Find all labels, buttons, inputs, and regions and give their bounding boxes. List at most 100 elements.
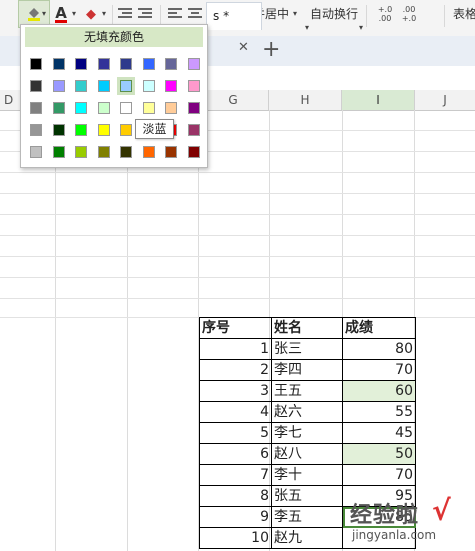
decrease-decimal-button[interactable]: .00 +.0 (396, 0, 422, 33)
no-fill-option[interactable]: 无填充颜色 (25, 27, 203, 47)
header-cell-score[interactable]: 成绩 (342, 317, 416, 339)
ribbon-bottom-dropdown-icon-2[interactable]: ▾ (356, 22, 366, 34)
table-row: 4 赵六 55 (199, 401, 416, 423)
cell-id[interactable]: 10 (199, 527, 272, 549)
color-swatch[interactable] (30, 80, 42, 92)
grid-line (0, 256, 475, 257)
color-swatch[interactable] (30, 146, 42, 158)
color-swatch[interactable] (30, 124, 42, 136)
column-header-I[interactable]: I (342, 90, 415, 110)
grid-line (0, 214, 475, 215)
color-swatch[interactable] (120, 80, 132, 92)
color-swatch[interactable] (30, 58, 42, 70)
cell-score-highlighted[interactable]: 50 (342, 443, 416, 465)
align-center-icon[interactable] (188, 8, 202, 20)
color-swatch[interactable] (120, 124, 132, 136)
cell-score[interactable]: 80 (342, 338, 416, 360)
header-cell-name[interactable]: 姓名 (271, 317, 343, 339)
table-style-button[interactable]: 表格 (450, 0, 475, 28)
cell-id[interactable]: 7 (199, 464, 272, 486)
color-swatch[interactable] (187, 146, 200, 158)
color-swatch[interactable] (30, 102, 42, 114)
cell-id[interactable]: 8 (199, 485, 272, 507)
cell-score[interactable]: 55 (342, 401, 416, 423)
color-swatch[interactable] (52, 146, 65, 158)
separator (444, 5, 445, 27)
color-swatch[interactable] (165, 146, 177, 158)
color-swatch[interactable] (52, 102, 65, 114)
cell-score[interactable]: 45 (342, 422, 416, 444)
color-swatch[interactable] (75, 102, 87, 114)
eraser-icon: ◆ (86, 7, 96, 22)
fill-color-picker: 无填充颜色 (20, 24, 208, 168)
color-swatch[interactable] (165, 80, 177, 92)
cell-id[interactable]: 2 (199, 359, 272, 381)
cell-name[interactable]: 赵九 (271, 527, 343, 549)
color-swatch[interactable] (165, 102, 177, 114)
cell-id[interactable]: 4 (199, 401, 272, 423)
watermark-logo: 经验啦 (350, 503, 420, 528)
column-header-G[interactable]: G (198, 90, 269, 110)
ribbon-bottom-dropdown-icon[interactable]: ▾ (302, 22, 312, 34)
increase-decimal-button[interactable]: +.0 .00 (372, 0, 398, 33)
column-header-H[interactable]: H (269, 90, 342, 110)
cell-id[interactable]: 3 (199, 380, 272, 402)
table-row: 5 李七 45 (199, 422, 416, 444)
color-swatch[interactable] (165, 58, 177, 70)
color-swatch[interactable] (97, 58, 110, 70)
cell-score-highlighted[interactable]: 60 (342, 380, 416, 402)
decrease-indent-icon[interactable] (118, 8, 132, 20)
color-swatch[interactable] (52, 124, 65, 136)
cell-name[interactable]: 张五 (271, 485, 343, 507)
color-swatch[interactable] (187, 58, 200, 70)
cell-name[interactable]: 赵六 (271, 401, 343, 423)
column-header-J[interactable]: J (415, 90, 475, 110)
color-swatch[interactable] (97, 146, 110, 158)
align-left-icon[interactable] (168, 8, 182, 20)
wrap-text-button[interactable]: 自动换行 (309, 0, 359, 28)
color-swatch[interactable] (97, 124, 110, 136)
decrease-decimal-bottom: +.0 (401, 14, 417, 23)
grid-line (55, 110, 56, 551)
cell-id[interactable]: 5 (199, 422, 272, 444)
grid-line (0, 298, 475, 299)
color-swatch[interactable] (75, 146, 87, 158)
color-swatch[interactable] (52, 58, 65, 70)
color-swatch[interactable] (120, 146, 132, 158)
cell-id[interactable]: 6 (199, 443, 272, 465)
color-swatch[interactable] (52, 80, 65, 92)
cell-name[interactable]: 李七 (271, 422, 343, 444)
grid-line (0, 277, 475, 278)
cell-name[interactable]: 王五 (271, 380, 343, 402)
merge-dropdown-icon[interactable]: ▾ (291, 0, 299, 28)
cell-score[interactable]: 70 (342, 464, 416, 486)
color-swatch[interactable] (187, 80, 200, 92)
color-swatch[interactable] (142, 146, 155, 158)
color-swatch[interactable] (142, 102, 155, 114)
cell-id[interactable]: 9 (199, 506, 272, 528)
color-swatch[interactable] (120, 58, 132, 70)
color-swatch[interactable] (120, 102, 132, 114)
cell-name[interactable]: 赵八 (271, 443, 343, 465)
color-swatch[interactable] (97, 80, 110, 92)
cell-name[interactable]: 张三 (271, 338, 343, 360)
color-swatch[interactable] (187, 102, 200, 114)
cell-id[interactable]: 1 (199, 338, 272, 360)
separator (366, 5, 367, 27)
color-swatch[interactable] (75, 80, 87, 92)
header-cell-id[interactable]: 序号 (199, 317, 272, 339)
new-tab-icon[interactable]: + (262, 37, 280, 62)
document-tab[interactable]: s * (206, 2, 262, 30)
close-tab-icon[interactable]: ✕ (238, 40, 249, 55)
cell-name[interactable]: 李五 (271, 506, 343, 528)
color-swatch[interactable] (75, 124, 87, 136)
color-swatch[interactable] (142, 58, 155, 70)
color-swatch[interactable] (187, 124, 200, 136)
cell-name[interactable]: 李十 (271, 464, 343, 486)
color-swatch[interactable] (142, 80, 155, 92)
cell-score[interactable]: 70 (342, 359, 416, 381)
color-swatch[interactable] (75, 58, 87, 70)
cell-name[interactable]: 李四 (271, 359, 343, 381)
color-swatch[interactable] (97, 102, 110, 114)
increase-indent-icon[interactable] (138, 8, 152, 20)
